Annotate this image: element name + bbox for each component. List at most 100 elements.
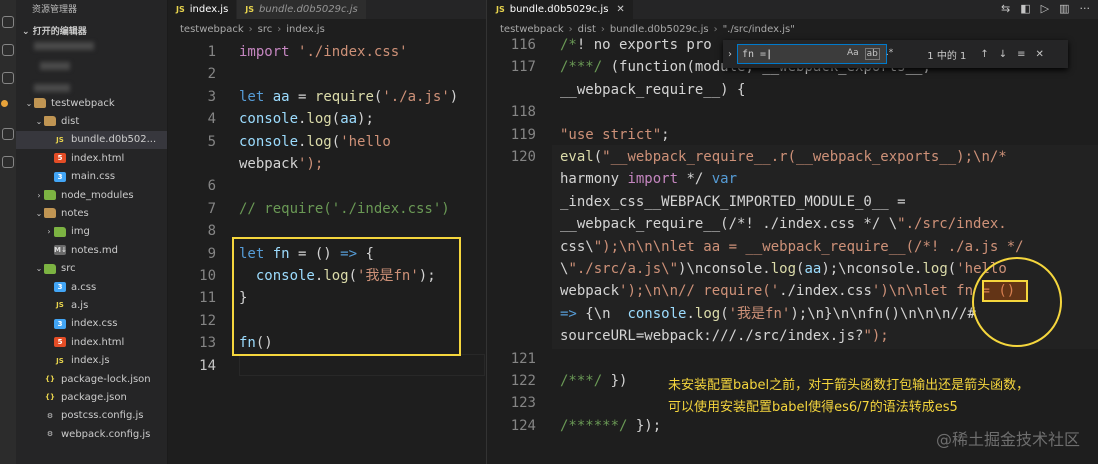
arrow-up-icon[interactable]: ↑ xyxy=(980,49,988,60)
annotation-line: 可以使用安装配置babel使得es6/7的语法转成es5 xyxy=(668,400,958,415)
search-icon[interactable] xyxy=(2,44,14,56)
tree-item[interactable]: {} package.json xyxy=(16,388,167,406)
editor-tab[interactable]: JS bundle.d0b5029c.js xyxy=(237,0,367,19)
tree-item[interactable]: ⚙ webpack.config.js xyxy=(16,425,167,443)
annotation-highlight-box xyxy=(232,237,461,356)
tree-item-label: package-lock.json xyxy=(61,373,151,385)
chevron-down-icon: ⌄ xyxy=(25,98,33,108)
annotation-circle xyxy=(972,257,1062,347)
editor-tab[interactable]: JS index.js xyxy=(168,0,238,19)
code-text: _index_css__WEBPACK_IMPORTED_MODULE_0__ … xyxy=(560,193,906,210)
whole-word-toggle[interactable]: ab xyxy=(864,48,880,60)
code-text: /******/ }); xyxy=(560,417,662,434)
editor-group-right: JS bundle.d0b5029c.js ✕ ⇆ ◧ ▷ ▥ ··· testwe… xyxy=(488,0,1098,464)
tree-item[interactable]: JS a.js xyxy=(16,296,167,314)
tree-item-label: index.html xyxy=(71,152,125,164)
line-number: 6 xyxy=(207,178,216,195)
match-case-toggle[interactable]: Aa xyxy=(847,48,859,60)
tab-bar: JS index.js JS bundle.d0b5029c.js xyxy=(168,0,486,19)
line-number: 14 xyxy=(199,357,216,374)
code-line: 120 eval("__webpack_require__.r(__webpack… xyxy=(488,146,1098,168)
folder-icon xyxy=(34,98,46,108)
code-line: 14 xyxy=(168,355,486,377)
tree-item[interactable]: JS index.js xyxy=(16,352,167,370)
code-text: => {\n console.log('我是fn');\n}\n\nfn()\n… xyxy=(560,305,976,322)
code-text: eval("__webpack_require__.r(__webpack_ex… xyxy=(560,149,1007,165)
run-debug-icon[interactable] xyxy=(2,128,14,140)
tree-item[interactable]: 5 index.html xyxy=(16,333,167,351)
tree-item[interactable]: ⌄ dist xyxy=(16,112,167,130)
line-number: 12 xyxy=(199,312,216,329)
line-number: 122 xyxy=(510,373,536,389)
explorer-sidebar: 资源管理器 ⌄ 打开的编辑器 ⌄ testwebpack ⌄ dist JS bundle… xyxy=(16,0,168,464)
arrow-down-icon[interactable]: ↓ xyxy=(999,49,1007,60)
split-editor-icon[interactable]: ▥ xyxy=(1059,2,1069,15)
line-number: 2 xyxy=(207,66,216,83)
open-changes-icon[interactable]: ◧ xyxy=(1020,2,1030,15)
code-text: sourceURL=webpack:///./src/index.js?"); xyxy=(560,328,889,345)
code-line: 1 import './index.css' xyxy=(168,41,486,63)
blurred-item xyxy=(34,42,94,50)
chevron-right-icon[interactable]: › xyxy=(723,49,737,60)
line-number: 117 xyxy=(510,59,536,76)
annotation-line: 未安装配置babel之前，对于箭头函数打包输出还是箭头函数， xyxy=(668,378,1030,393)
code-line: css\");\n\n\nlet aa = __webpack_require_… xyxy=(488,236,1098,258)
regex-toggle[interactable]: .* xyxy=(886,48,893,60)
blurred-item xyxy=(34,84,70,92)
tree-item[interactable]: › node_modules xyxy=(16,186,167,204)
tree-item-label: bundle.d0b502... xyxy=(71,134,157,146)
tree-item[interactable]: M↓ notes.md xyxy=(16,241,167,259)
more-actions-icon[interactable]: ··· xyxy=(1080,2,1091,15)
chevron-down-icon: ⌄ xyxy=(35,116,43,126)
chevron-right-icon: › xyxy=(277,24,282,35)
markdown-file-icon: M↓ xyxy=(54,245,67,256)
tree-item[interactable]: ⌄ src xyxy=(16,260,167,278)
split-compare-icon[interactable]: ⇆ xyxy=(1001,2,1010,15)
run-icon[interactable]: ▷ xyxy=(1041,2,1049,15)
breadcrumb-item[interactable]: testwebpack xyxy=(180,24,244,35)
tree-item-label: dist xyxy=(61,115,80,127)
code-line: 5 console.log('hello xyxy=(168,131,486,153)
close-icon[interactable]: ✕ xyxy=(616,4,624,15)
line-number: 4 xyxy=(207,111,216,128)
js-file-icon: JS xyxy=(496,5,505,14)
tree-item[interactable]: 3 main.css xyxy=(16,168,167,186)
editor-tab[interactable]: JS bundle.d0b5029c.js ✕ xyxy=(488,0,634,19)
code-line: 3 let aa = require('./a.js') xyxy=(168,86,486,108)
close-icon[interactable]: ✕ xyxy=(1036,49,1044,60)
line-number: 5 xyxy=(207,133,216,150)
js-file-icon: JS xyxy=(56,356,64,365)
folder-green-icon xyxy=(54,226,66,237)
tree-item[interactable]: 3 index.css xyxy=(16,315,167,333)
code-text: webpack');\n\n// require('./index.css')\… xyxy=(560,283,1016,300)
breadcrumb-item[interactable]: index.js xyxy=(286,24,325,35)
tree-item-label: package.json xyxy=(61,391,127,403)
tree-item[interactable]: JS bundle.d0b502... xyxy=(16,130,167,149)
js-file-icon: JS xyxy=(176,5,185,14)
tree-item[interactable]: 5 index.html xyxy=(16,149,167,167)
code-line: webpack'); xyxy=(168,153,486,175)
tree-item-label: index.js xyxy=(71,355,110,367)
tree-item[interactable]: ⌄ testwebpack xyxy=(16,94,167,112)
tree-item[interactable]: › img xyxy=(16,223,167,241)
code-line: harmony import */ var xyxy=(488,168,1098,190)
extensions-icon[interactable] xyxy=(2,156,14,168)
selection-icon[interactable]: ≡ xyxy=(1017,49,1025,60)
tree-item[interactable]: ⌄ notes xyxy=(16,204,167,222)
line-number: 9 xyxy=(207,245,216,262)
open-editors-header[interactable]: ⌄ 打开的编辑器 xyxy=(22,24,87,37)
code-line: __webpack_require__) { xyxy=(488,79,1098,101)
breadcrumb: testwebpack › src › index.js xyxy=(168,20,486,39)
line-number: 7 xyxy=(207,200,216,217)
tree-item[interactable]: {} package-lock.json xyxy=(16,370,167,388)
source-control-icon[interactable] xyxy=(2,72,14,84)
code-text: console.log('hello xyxy=(239,133,391,150)
tree-item[interactable]: ⚙ postcss.config.js xyxy=(16,407,167,425)
breadcrumb-item[interactable]: src xyxy=(258,24,273,35)
gear-file-icon: ⚙ xyxy=(46,430,54,439)
find-options: Aa ab .* xyxy=(847,48,893,60)
tree-item[interactable]: 3 a.css xyxy=(16,278,167,296)
explorer-icon[interactable] xyxy=(2,16,14,28)
js-file-icon: JS xyxy=(245,5,255,14)
code-line: 6 xyxy=(168,175,486,197)
